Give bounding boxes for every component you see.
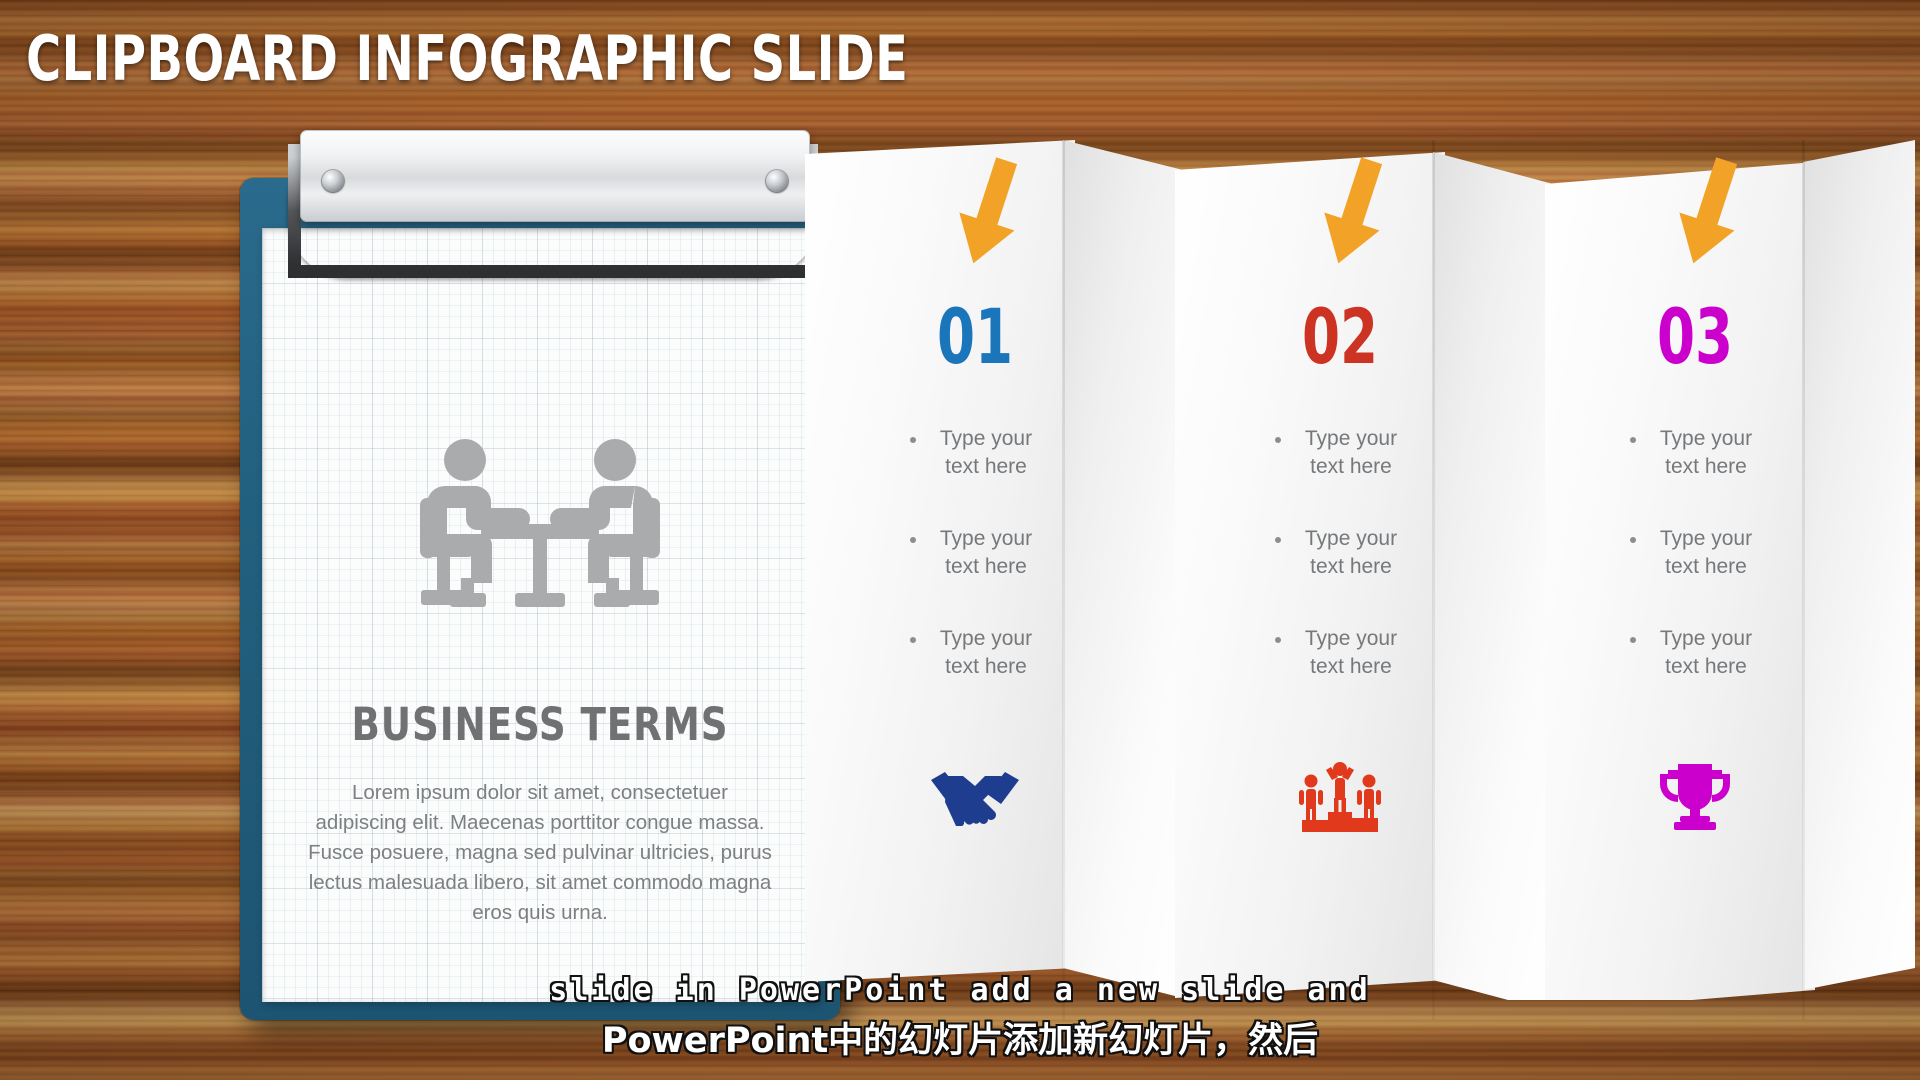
bullet-line-1: Type your [939,427,1033,450]
step-number-2: 02 [1301,292,1379,381]
down-arrow-icon-2 [1322,157,1388,266]
bullet-dot-icon [1630,637,1636,643]
bullet-line-1: Type your [1659,527,1753,550]
bullet-line-1: Type your [1304,527,1398,550]
bullet-line-2: text here [1665,555,1747,578]
bullet-text: Type your text here [932,525,1040,581]
bullet-dot-icon [1275,637,1281,643]
bullet-text: Type your text here [932,425,1040,481]
page-title: CLIPBOARD INFOGRAPHIC SLIDE [26,22,909,95]
bullet-dot-icon [910,537,916,543]
bullet-dot-icon [910,437,916,443]
bullet-text: Type your text here [932,625,1040,681]
clipboard-clip-bar [300,130,810,222]
bullet-text: Type your text here [1297,625,1405,681]
bullet-list-1: Type your text here Type your text here … [825,425,1125,725]
down-arrow-icon-3 [1677,157,1743,266]
bullet-line-2: text here [1665,455,1747,478]
step-number-3: 03 [1656,292,1734,381]
bullet-line-1: Type your [1304,427,1398,450]
bullet-text: Type your text here [1297,425,1405,481]
clip-rivet-right-icon [766,170,788,192]
down-arrow-icon-1 [957,157,1023,266]
bullet-line-2: text here [945,455,1027,478]
bullet-line-1: Type your [939,527,1033,550]
bullet-line-1: Type your [939,627,1033,650]
bullet-line-2: text here [1310,655,1392,678]
bullet-line-1: Type your [1659,427,1753,450]
list-item: Type your text here [1190,625,1490,681]
bullet-list-2: Type your text here Type your text here … [1190,425,1490,725]
list-item: Type your text here [825,625,1125,681]
list-item: Type your text here [1545,425,1845,481]
list-item: Type your text here [1190,425,1490,481]
handshake-icon [825,760,1125,826]
bullet-line-1: Type your [1304,627,1398,650]
clipboard-paper: BUSINESS TERMS Lorem ipsum dolor sit ame… [262,228,818,1002]
list-item: Type your text here [825,525,1125,581]
bullet-line-1: Type your [1659,627,1753,650]
bullet-line-2: text here [1665,655,1747,678]
winners-podium-icon [1190,760,1490,832]
bullet-dot-icon [1275,437,1281,443]
trophy-icon [1545,760,1845,832]
clipboard-paragraph: Lorem ipsum dolor sit amet, consectetuer… [308,781,772,924]
list-item: Type your text here [1545,525,1845,581]
bullet-text: Type your text here [1652,625,1760,681]
bullet-dot-icon [1275,537,1281,543]
bullet-dot-icon [1630,537,1636,543]
step-number-1: 01 [936,292,1014,381]
clipboard: BUSINESS TERMS Lorem ipsum dolor sit ame… [240,130,840,1020]
meeting-table-people-icon [415,438,665,633]
bullet-list-3: Type your text here Type your text here … [1545,425,1845,725]
bullet-dot-icon [1630,437,1636,443]
list-item: Type your text here [1545,625,1845,681]
clipboard-heading: BUSINESS TERMS [351,698,729,751]
bullet-line-2: text here [945,555,1027,578]
list-item: Type your text here [1190,525,1490,581]
clip-rivet-left-icon [322,170,344,192]
bullet-dot-icon [910,637,916,643]
folded-paper-fan: 01 Type your text here Type your text he… [805,140,1920,1040]
bullet-line-2: text here [945,655,1027,678]
bullet-text: Type your text here [1297,525,1405,581]
bullet-line-2: text here [1310,555,1392,578]
bullet-text: Type your text here [1652,525,1760,581]
bullet-line-2: text here [1310,455,1392,478]
bullet-text: Type your text here [1652,425,1760,481]
list-item: Type your text here [825,425,1125,481]
